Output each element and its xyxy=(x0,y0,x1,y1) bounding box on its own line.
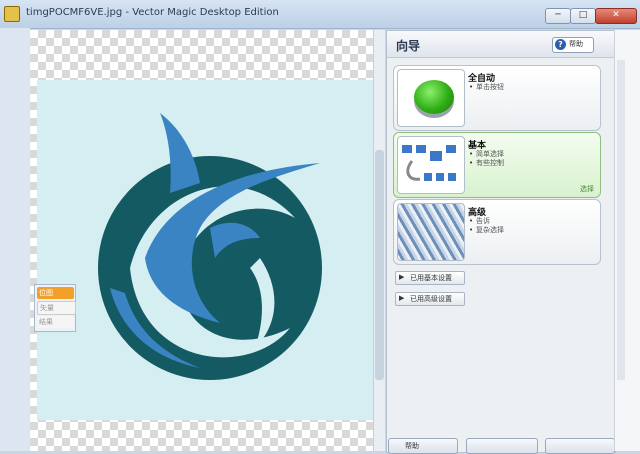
selected-tag: 选择 xyxy=(580,185,594,193)
wizard-title: 向导 xyxy=(396,39,421,53)
help-icon: ? xyxy=(555,39,566,50)
help-button[interactable]: ? 帮助 xyxy=(552,37,594,53)
footer-label: 帮助 xyxy=(405,442,419,450)
flow-diagram-icon xyxy=(402,145,456,181)
app-icon xyxy=(4,6,20,22)
window-title: timgPOCMF6VE.jpg - Vector Magic Desktop … xyxy=(26,7,279,18)
vector-mode-button[interactable]: 矢量 xyxy=(37,301,76,315)
card-bullet: 复杂选择 xyxy=(468,226,504,235)
automatic-thumbnail xyxy=(397,69,465,127)
result-mode-button[interactable]: 结果 xyxy=(37,316,74,328)
right-scrollbar[interactable] xyxy=(617,60,625,380)
basic-settings-button[interactable]: ▶ 已用基本设置 xyxy=(395,271,465,285)
advanced-thumbnail xyxy=(397,203,465,261)
canvas-vertical-scrollbar[interactable] xyxy=(373,30,385,451)
green-button-icon xyxy=(414,80,454,114)
help-label: 帮助 xyxy=(569,40,583,48)
advanced-settings-button[interactable]: ▶ 已用高级设置 xyxy=(395,292,465,306)
next-button[interactable] xyxy=(545,438,615,454)
sliders-photo-icon xyxy=(398,204,464,260)
advanced-card[interactable]: 高级 告诉 复杂选择 xyxy=(393,199,601,265)
option-label: 已用基本设置 xyxy=(410,274,452,282)
wizard-header: 向导 ? 帮助 xyxy=(387,31,615,58)
minimize-button[interactable]: ─ xyxy=(545,8,571,24)
scrollbar-thumb[interactable] xyxy=(375,150,384,380)
back-button[interactable] xyxy=(466,438,538,454)
title-bar: timgPOCMF6VE.jpg - Vector Magic Desktop … xyxy=(0,0,640,29)
basic-thumbnail xyxy=(397,136,465,194)
close-button[interactable]: ✕ xyxy=(595,8,637,24)
marlin-logo-image xyxy=(98,113,322,380)
card-bullet: 有些控制 xyxy=(468,159,504,168)
view-mode-panel: 位图 矢量 结果 xyxy=(34,284,76,332)
card-bullet: 告诉 xyxy=(468,217,504,226)
wizard-panel: 向导 ? 帮助 全自动 单击按钮 基本 xyxy=(386,30,616,453)
maximize-button[interactable]: □ xyxy=(570,8,596,24)
card-bullet: 单击按钮 xyxy=(468,83,504,92)
basic-card[interactable]: 基本 简单选择 有些控制 选择 xyxy=(393,132,601,198)
arrow-right-icon: ▶ xyxy=(399,273,405,281)
option-label: 已用高级设置 xyxy=(410,295,452,303)
footer-help-button[interactable]: 帮助 xyxy=(388,438,458,454)
tool-strip xyxy=(0,28,31,451)
arrow-right-icon: ▶ xyxy=(399,294,405,302)
bitmap-mode-button[interactable]: 位图 xyxy=(37,287,74,299)
card-bullet: 简单选择 xyxy=(468,150,504,159)
fully-automatic-card[interactable]: 全自动 单击按钮 xyxy=(393,65,601,131)
